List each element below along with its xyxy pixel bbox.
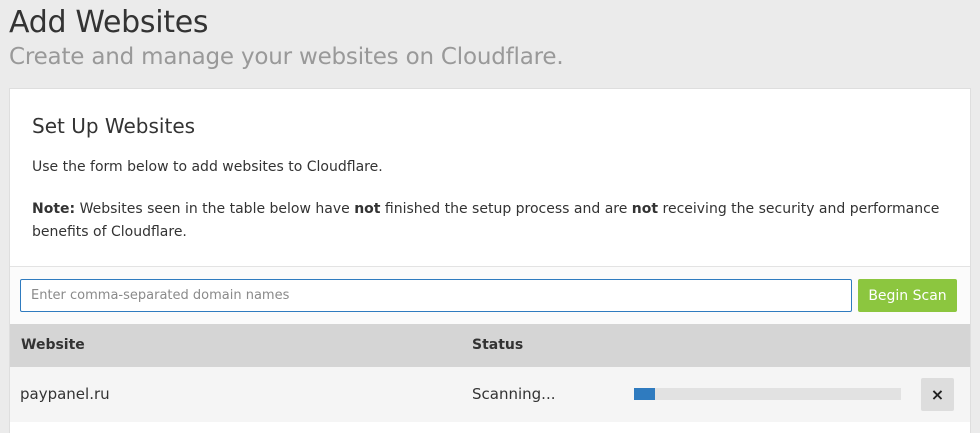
note-emphasis-1: not: [354, 201, 381, 217]
page-header: Add Websites Create and manage your webs…: [9, 4, 564, 72]
scan-progress-fill: [634, 388, 656, 400]
website-cell: paypanel.ru: [20, 385, 110, 403]
note-part-2: finished the setup process and are: [380, 201, 632, 217]
intro-text: Use the form below to add websites to Cl…: [32, 159, 383, 175]
column-header-website: Website: [21, 337, 85, 353]
panel-body: Set Up Websites Use the form below to ad…: [32, 113, 940, 244]
status-cell: Scanning...: [472, 385, 556, 403]
panel-title: Set Up Websites: [32, 114, 196, 138]
domain-names-input[interactable]: [20, 279, 852, 312]
setup-panel: Set Up Websites Use the form below to ad…: [9, 88, 971, 433]
begin-scan-button[interactable]: Begin Scan: [858, 279, 957, 312]
table-row: paypanel.ru Scanning... ×: [10, 367, 970, 422]
remove-website-button[interactable]: ×: [921, 378, 954, 411]
page-subtitle: Create and manage your websites on Cloud…: [9, 44, 564, 70]
note-text: Note: Websites seen in the table below h…: [32, 198, 940, 244]
close-icon: ×: [930, 385, 945, 404]
note-label: Note:: [32, 201, 76, 217]
note-emphasis-2: not: [631, 201, 659, 217]
scan-progress-bar: [634, 388, 901, 400]
table-header: Website Status: [10, 324, 970, 367]
column-header-status: Status: [472, 337, 524, 353]
note-part-1: Websites seen in the table below have: [75, 201, 355, 217]
page-title: Add Websites: [9, 5, 209, 40]
add-website-form: Begin Scan: [10, 266, 970, 324]
